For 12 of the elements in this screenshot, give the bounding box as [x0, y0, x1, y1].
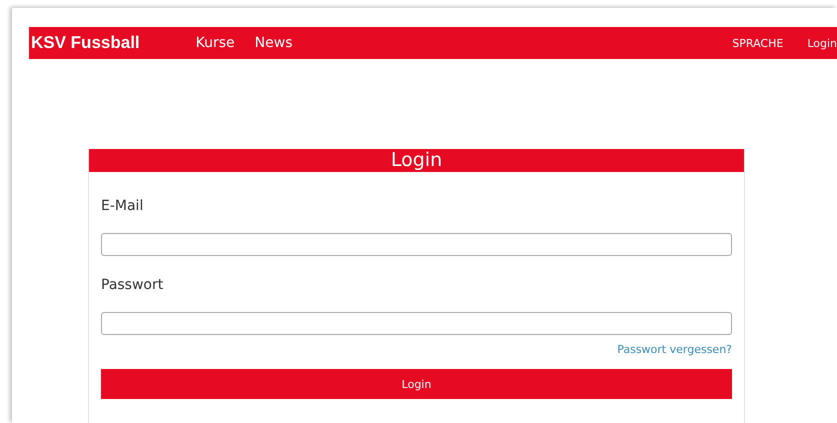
nav-link[interactable]: SPRACHE [732, 36, 784, 50]
login-button[interactable]: Login [101, 369, 732, 399]
field-label: Passwort [101, 277, 164, 295]
brand-logo[interactable]: KSV Fussball [31, 33, 140, 53]
forgot-password-link[interactable]: Passwort vergessen? [617, 343, 732, 356]
card-title: Login [89, 149, 744, 172]
input-field[interactable] [101, 233, 732, 256]
nav-link[interactable]: News [254, 35, 293, 51]
input-field[interactable] [101, 312, 732, 335]
nav-link[interactable]: Kurse [196, 35, 235, 51]
nav-link[interactable]: Login [807, 36, 837, 50]
field-label: E-Mail [101, 198, 144, 216]
